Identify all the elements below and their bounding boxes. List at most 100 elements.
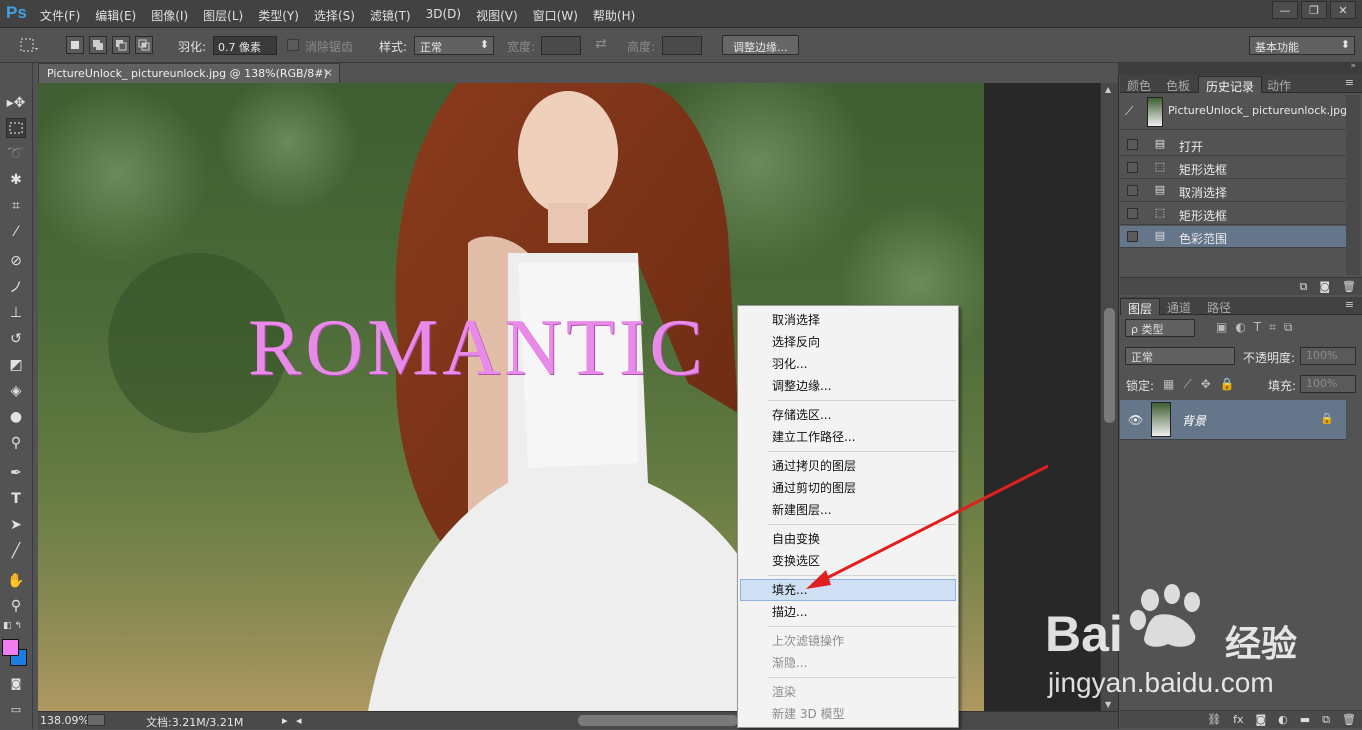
- new-selection-icon[interactable]: [66, 36, 84, 54]
- history-step[interactable]: ▤ 打开: [1120, 134, 1346, 156]
- document-tab[interactable]: PictureUnlock_ pictureunlock.jpg @ 138%(…: [38, 63, 340, 83]
- fx-icon[interactable]: fx: [1233, 713, 1243, 726]
- blend-mode-select[interactable]: 正常: [1125, 347, 1235, 365]
- menu-image[interactable]: 图像(I): [151, 7, 188, 24]
- layer-filter-icons[interactable]: ▣◐T⌗⧉: [1216, 320, 1300, 335]
- trash-icon[interactable]: 🗑: [1342, 280, 1356, 293]
- history-brush-source-icon[interactable]: ⟋: [1125, 104, 1133, 119]
- tab-swatches[interactable]: 色板: [1159, 76, 1197, 93]
- tab-paths[interactable]: 路径: [1200, 298, 1238, 315]
- menu-help[interactable]: 帮助(H): [593, 7, 635, 24]
- marquee-preset-icon[interactable]: [18, 36, 40, 55]
- hand-tool-icon[interactable]: ✋: [6, 571, 26, 591]
- scroll-left-icon[interactable]: ◂: [296, 714, 302, 727]
- history-scrollbar[interactable]: [1346, 95, 1360, 275]
- quick-mask-icon[interactable]: ◙: [6, 673, 26, 693]
- brush-tool-icon[interactable]: ノ: [6, 277, 26, 297]
- scroll-down-icon[interactable]: ▼: [1105, 700, 1111, 709]
- history-snapshot[interactable]: ⟋ PictureUnlock_ pictureunlock.jpg: [1120, 94, 1347, 130]
- swap-icon[interactable]: ⇄: [595, 36, 607, 52]
- pen-tool-icon[interactable]: ✒: [6, 463, 26, 483]
- workspace-select[interactable]: 基本功能 ⬍: [1249, 36, 1355, 55]
- panel-collapse-bar[interactable]: »: [1118, 61, 1362, 75]
- dodge-tool-icon[interactable]: ⚲: [6, 433, 26, 453]
- antialias-checkbox[interactable]: [287, 39, 299, 51]
- menu-filter[interactable]: 滤镜(T): [370, 7, 411, 24]
- screen-mode-icon[interactable]: ▭: [6, 699, 26, 719]
- close-tab-icon[interactable]: ×: [324, 66, 333, 79]
- menu-item-select-inverse[interactable]: 选择反向: [772, 332, 820, 352]
- tab-color[interactable]: 颜色: [1120, 76, 1158, 93]
- paint-bucket-tool-icon[interactable]: ◈: [6, 381, 26, 401]
- panel-menu-icon[interactable]: ≡: [1345, 298, 1354, 311]
- menu-item-layer-via-copy[interactable]: 通过拷贝的图层: [772, 456, 856, 476]
- healing-brush-tool-icon[interactable]: ⊘: [6, 251, 26, 271]
- link-layers-icon[interactable]: ⛓: [1207, 713, 1221, 726]
- intersect-selection-icon[interactable]: [135, 36, 153, 54]
- adjustment-layer-icon[interactable]: ◐: [1278, 713, 1288, 726]
- panel-menu-icon[interactable]: ≡: [1345, 76, 1354, 89]
- lock-icons[interactable]: ▦⟋✥🔒: [1163, 377, 1244, 392]
- menu-item-fill[interactable]: 填充...: [772, 580, 807, 600]
- history-step-checkbox[interactable]: [1127, 139, 1138, 150]
- eyedropper-tool-icon[interactable]: ⁄: [6, 222, 26, 242]
- menu-select[interactable]: 选择(S): [314, 7, 355, 24]
- refine-edge-button[interactable]: 调整边缘...: [722, 35, 799, 55]
- height-input[interactable]: [662, 36, 702, 55]
- layer-mask-icon[interactable]: ◙: [1255, 713, 1266, 726]
- history-brush-tool-icon[interactable]: ↺: [6, 329, 26, 349]
- move-tool-icon[interactable]: ▸✥: [6, 93, 26, 113]
- menu-item-make-work-path[interactable]: 建立工作路径...: [772, 427, 855, 447]
- default-colors-icon[interactable]: ◧ ↰: [3, 621, 22, 631]
- feather-input[interactable]: 0.7 像素: [213, 36, 277, 55]
- tab-history[interactable]: 历史记录: [1198, 76, 1263, 94]
- menu-item-feather[interactable]: 羽化...: [772, 354, 807, 374]
- eraser-tool-icon[interactable]: ◩: [6, 355, 26, 375]
- foreground-color-swatch[interactable]: [2, 639, 19, 656]
- rectangular-marquee-tool-icon[interactable]: [6, 118, 26, 138]
- eye-icon[interactable]: 👁: [1128, 413, 1143, 427]
- menu-type[interactable]: 类型(Y): [258, 7, 299, 24]
- menu-item-free-transform[interactable]: 自由变换: [772, 529, 820, 549]
- menu-edit[interactable]: 编辑(E): [95, 7, 136, 24]
- menu-view[interactable]: 视图(V): [476, 7, 518, 24]
- layer-row-background[interactable]: 👁 背景 🔒: [1120, 400, 1346, 440]
- opacity-input[interactable]: 100%: [1300, 347, 1356, 365]
- trash-icon[interactable]: 🗑: [1342, 713, 1356, 726]
- menu-layer[interactable]: 图层(L): [203, 7, 243, 24]
- zoom-options-icon[interactable]: [87, 714, 105, 726]
- tab-channels[interactable]: 通道: [1160, 298, 1198, 315]
- history-step-checkbox[interactable]: [1127, 208, 1138, 219]
- type-tool-icon[interactable]: T: [6, 489, 26, 509]
- menu-item-transform-selection[interactable]: 变换选区: [772, 551, 820, 571]
- new-group-icon[interactable]: ▬: [1300, 713, 1310, 726]
- tab-actions[interactable]: 动作: [1260, 76, 1298, 93]
- menu-item-save-selection[interactable]: 存储选区...: [772, 405, 831, 425]
- zoom-readout[interactable]: 138.09%: [40, 714, 89, 727]
- subtract-selection-icon[interactable]: [112, 36, 130, 54]
- zoom-tool-icon[interactable]: ⚲: [6, 596, 26, 616]
- menu-item-new-layer[interactable]: 新建图层...: [772, 500, 831, 520]
- history-step-checkbox[interactable]: [1127, 185, 1138, 196]
- restore-button[interactable]: ❐: [1301, 1, 1327, 19]
- menu-file[interactable]: 文件(F): [40, 7, 80, 24]
- canvas-vertical-scrollbar[interactable]: ▲ ▼: [1100, 83, 1118, 711]
- camera-icon[interactable]: ◙: [1319, 280, 1330, 293]
- history-step[interactable]: ▤ 取消选择: [1120, 180, 1346, 202]
- status-menu-arrow-icon[interactable]: ▸: [282, 714, 288, 727]
- history-step-checkbox[interactable]: [1127, 231, 1138, 242]
- vertical-scroll-thumb[interactable]: [1104, 308, 1115, 423]
- minimize-button[interactable]: —: [1272, 1, 1298, 19]
- path-selection-tool-icon[interactable]: ➤: [6, 515, 26, 535]
- menu-item-refine-edge[interactable]: 调整边缘...: [772, 376, 831, 396]
- crop-tool-icon[interactable]: ⌗: [6, 196, 26, 216]
- collapse-icon[interactable]: »: [1350, 61, 1356, 71]
- tab-layers[interactable]: 图层: [1120, 298, 1161, 316]
- history-step-selected[interactable]: ▤ 色彩范围: [1120, 226, 1346, 248]
- new-document-from-state-icon[interactable]: ⧉: [1299, 280, 1307, 294]
- menu-window[interactable]: 窗口(W): [533, 7, 578, 24]
- menu-item-layer-via-cut[interactable]: 通过剪切的图层: [772, 478, 856, 498]
- blur-tool-icon[interactable]: ●: [6, 407, 26, 427]
- menu-item-stroke[interactable]: 描边...: [772, 602, 807, 622]
- new-layer-icon[interactable]: ⧉: [1322, 713, 1330, 727]
